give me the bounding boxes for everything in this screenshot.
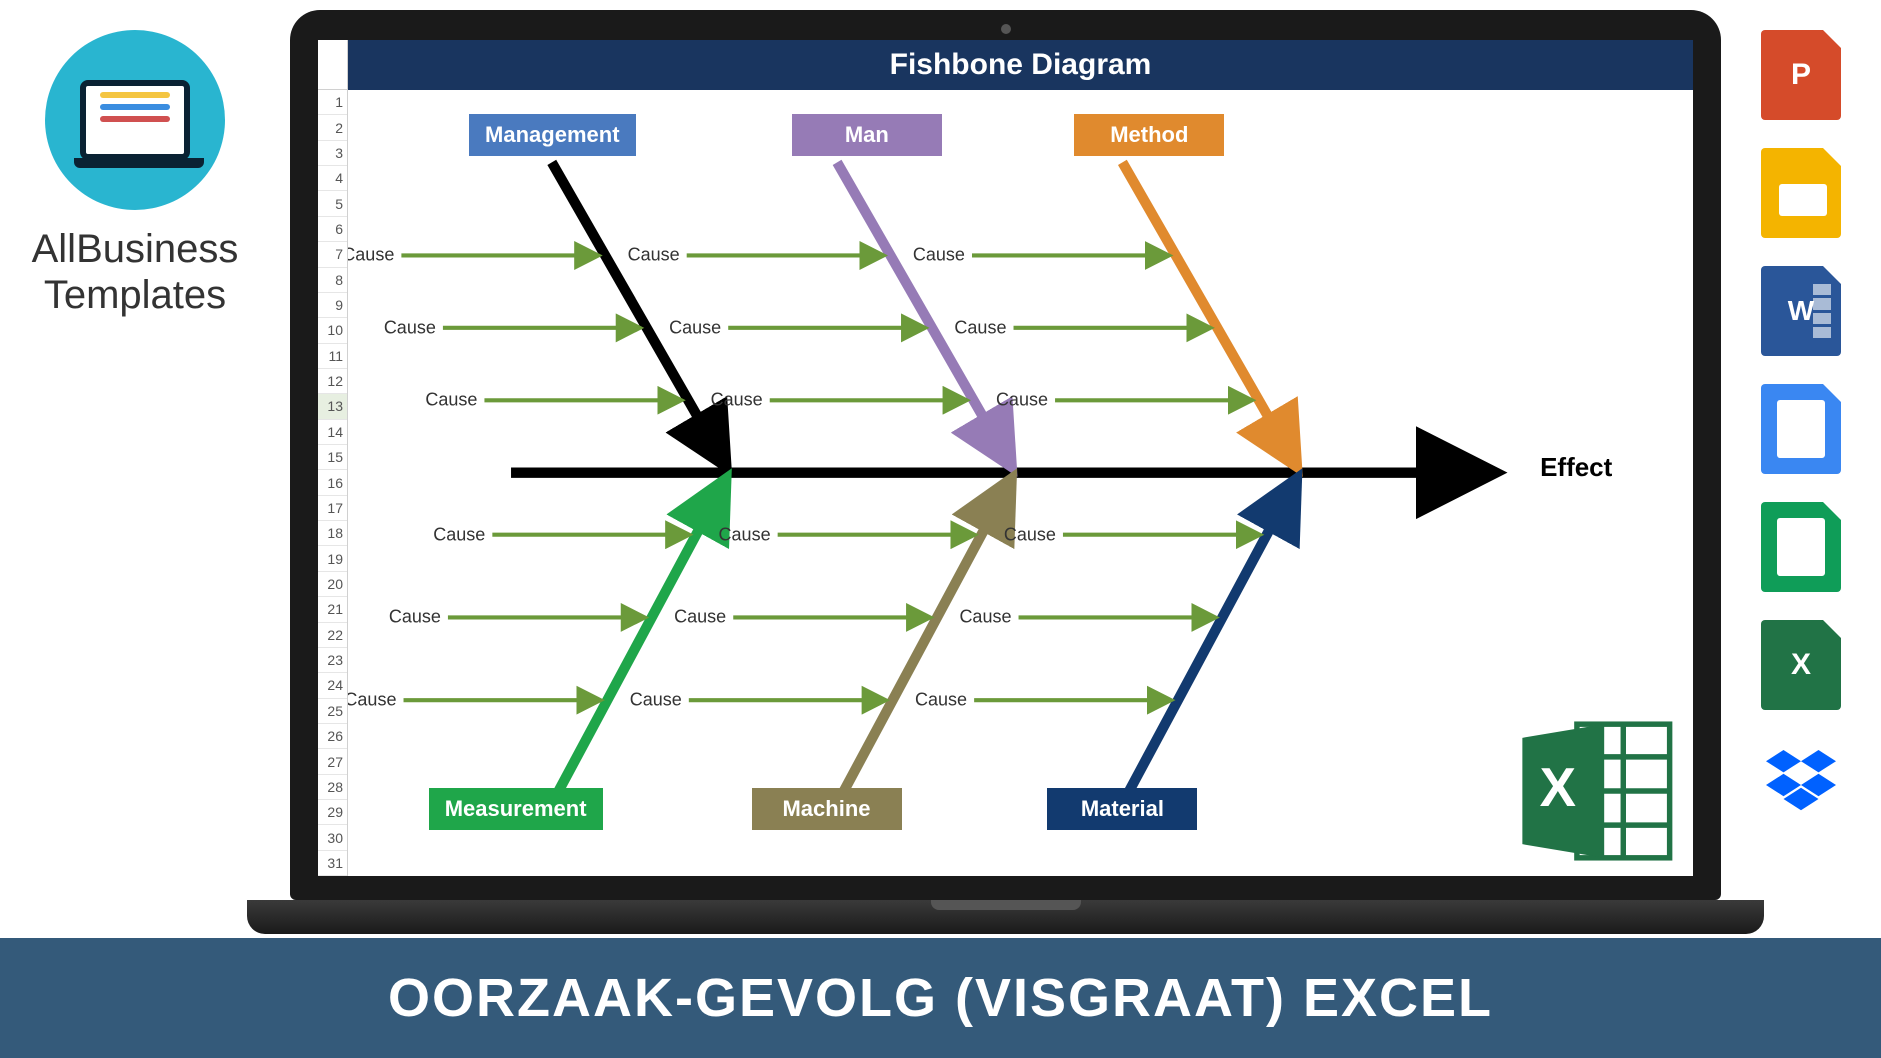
row-number: 4 [318, 166, 347, 191]
dropbox-glyph [1761, 743, 1841, 813]
sheet-title: Fishbone Diagram [348, 40, 1693, 90]
row-number: 26 [318, 724, 347, 749]
category-man: Man [792, 114, 942, 156]
row-number: 15 [318, 445, 347, 470]
brand-line2: Templates [32, 272, 239, 318]
category-management: Management [469, 114, 635, 156]
cause-label: Cause [669, 317, 721, 338]
cause-label: Cause [630, 690, 682, 711]
cause-label: Cause [389, 607, 441, 628]
glyph: W [1788, 295, 1814, 327]
excel-corner-icon: X [1511, 716, 1681, 866]
google-sheets-icon[interactable] [1761, 502, 1841, 592]
brand-block: AllBusiness Templates [10, 30, 260, 318]
device-base [247, 900, 1764, 934]
google-docs-icon[interactable] [1761, 384, 1841, 474]
row-number: 30 [318, 825, 347, 850]
row-number: 9 [318, 293, 347, 318]
cause-label: Cause [954, 317, 1006, 338]
cause-label: Cause [915, 690, 967, 711]
laptop-device: Fishbone Diagram 12345678910111213141516… [290, 10, 1721, 934]
row-number: 27 [318, 749, 347, 774]
row-number: 3 [318, 141, 347, 166]
row-number: 24 [318, 673, 347, 698]
row-number: 22 [318, 623, 347, 648]
spreadsheet-screen: Fishbone Diagram 12345678910111213141516… [318, 40, 1693, 876]
row-number: 20 [318, 572, 347, 597]
row-number: 2 [318, 115, 347, 140]
row-number: 5 [318, 191, 347, 216]
bottom-banner-text: OORZAAK-GEVOLG (VISGRAAT) EXCEL [388, 967, 1493, 1029]
cause-label: Cause [674, 607, 726, 628]
svg-text:X: X [1540, 757, 1576, 818]
dropbox-icon[interactable] [1761, 738, 1841, 818]
glyph: P [1791, 58, 1811, 92]
cause-label: Cause [1004, 524, 1056, 545]
cause-label: Cause [628, 245, 680, 266]
row-number: 21 [318, 597, 347, 622]
row-number: 11 [318, 344, 347, 369]
cause-label: Cause [425, 390, 477, 411]
brand-logo [45, 30, 225, 210]
excel-icon[interactable]: X [1761, 620, 1841, 710]
cause-label: Cause [959, 607, 1011, 628]
row-number: 1 [318, 90, 347, 115]
row-number: 14 [318, 420, 347, 445]
cause-label: Cause [711, 390, 763, 411]
cause-label: Cause [348, 245, 394, 266]
device-bezel: Fishbone Diagram 12345678910111213141516… [290, 10, 1721, 900]
cause-label: Cause [996, 390, 1048, 411]
category-measurement: Measurement [429, 788, 603, 830]
glyph: X [1791, 648, 1811, 682]
brand-line1: AllBusiness [32, 226, 239, 272]
row-number: 23 [318, 648, 347, 673]
powerpoint-icon[interactable]: P [1761, 30, 1841, 120]
brand-name: AllBusiness Templates [32, 226, 239, 318]
google-slides-icon[interactable] [1761, 148, 1841, 238]
row-number: 7 [318, 242, 347, 267]
row-number: 8 [318, 268, 347, 293]
category-method: Method [1074, 114, 1224, 156]
row-number: 29 [318, 800, 347, 825]
effect-label: Effect [1540, 452, 1612, 483]
row-number: 17 [318, 496, 347, 521]
row-number: 31 [318, 851, 347, 876]
format-icon-column: P W X [1741, 30, 1861, 818]
category-machine: Machine [752, 788, 902, 830]
laptop-icon [80, 80, 190, 160]
bottom-banner: OORZAAK-GEVOLG (VISGRAAT) EXCEL [0, 938, 1881, 1058]
fishbone-svg [348, 90, 1693, 876]
cause-label: Cause [433, 524, 485, 545]
cause-label: Cause [384, 317, 436, 338]
row-number: 25 [318, 699, 347, 724]
row-number: 28 [318, 775, 347, 800]
cause-label: Cause [348, 690, 396, 711]
word-icon[interactable]: W [1761, 266, 1841, 356]
row-number: 12 [318, 369, 347, 394]
camera-dot [1001, 24, 1011, 34]
row-number-gutter: 1234567891011121314151617181920212223242… [318, 90, 348, 876]
row-number: 10 [318, 318, 347, 343]
row-number: 19 [318, 546, 347, 571]
cause-label: Cause [719, 524, 771, 545]
row-number: 18 [318, 521, 347, 546]
row-number: 16 [318, 470, 347, 495]
cause-label: Cause [913, 245, 965, 266]
fishbone-diagram: Management Man Method Measurement Machin… [348, 90, 1693, 876]
row-number: 13 [318, 394, 347, 419]
category-material: Material [1047, 788, 1197, 830]
row-number: 6 [318, 217, 347, 242]
sheet-body: 1234567891011121314151617181920212223242… [318, 90, 1693, 876]
